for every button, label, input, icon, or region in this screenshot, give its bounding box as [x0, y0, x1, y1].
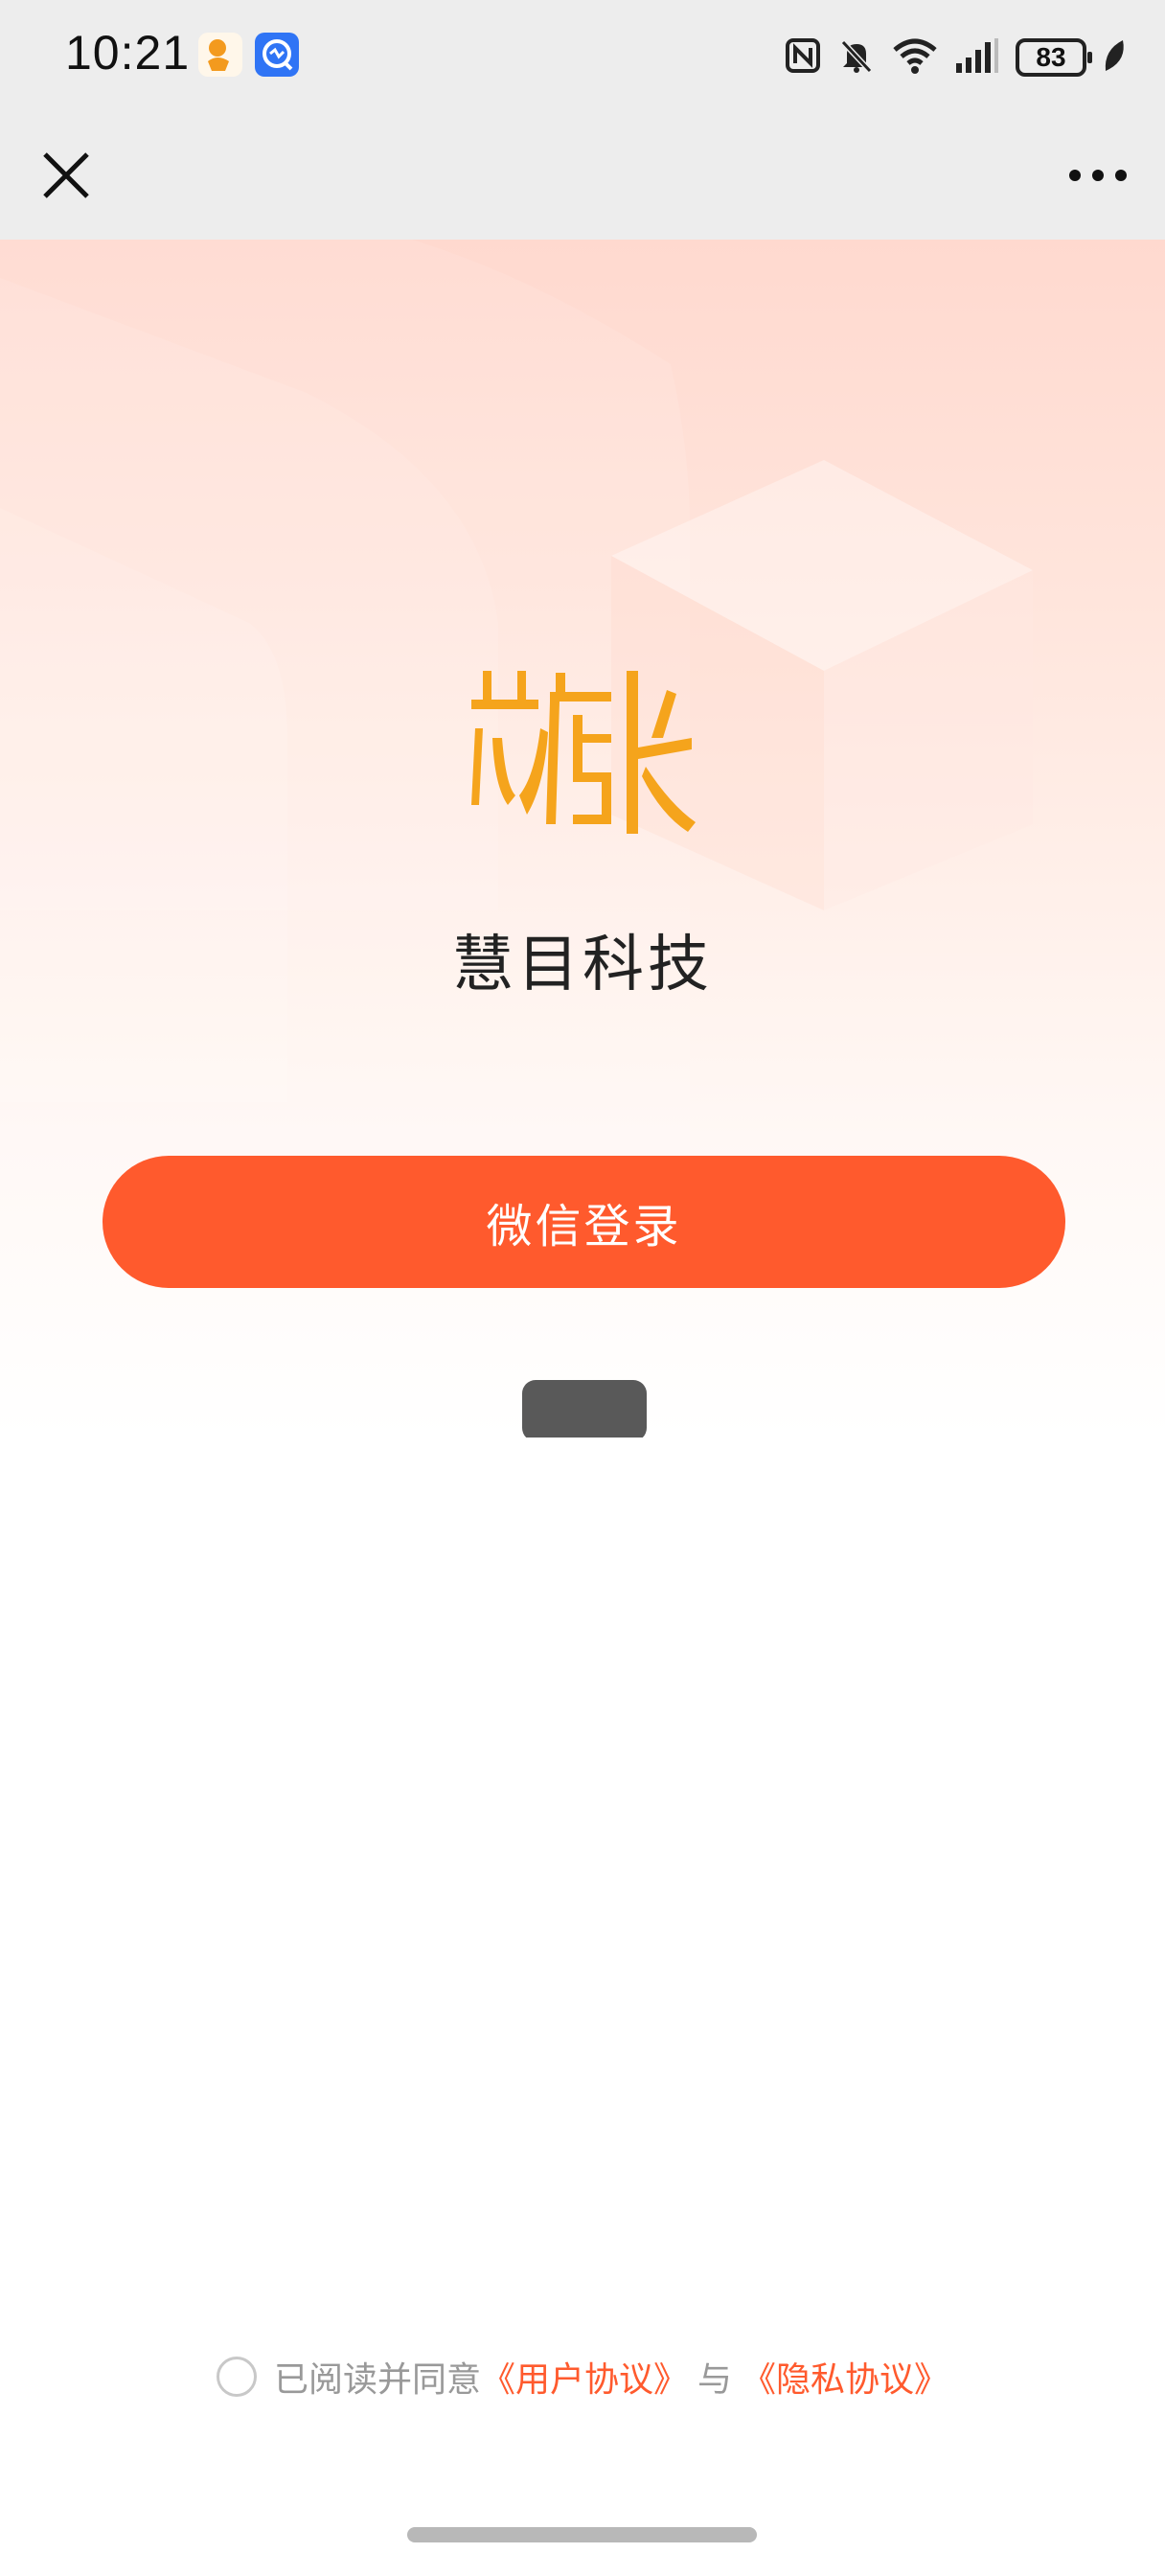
- more-icon: [1069, 170, 1127, 181]
- cellular-signal-icon: [954, 36, 1000, 79]
- logo: [471, 671, 696, 834]
- agreement-prefix: 已阅读并同意: [273, 2360, 481, 2400]
- nfc-icon: [784, 36, 822, 79]
- status-bar: 10:21 83: [0, 0, 1165, 115]
- wifi-icon: [891, 36, 939, 79]
- placeholder-pill: [522, 1380, 647, 1438]
- brand-name: 慧目科技: [452, 930, 713, 1000]
- wechat-login-button[interactable]: 微信登录: [103, 1156, 1065, 1288]
- nav-bar: [0, 115, 1165, 240]
- status-icons: 83: [784, 29, 1127, 86]
- app-notification-icon: [198, 33, 242, 77]
- close-icon: [43, 152, 89, 198]
- agree-checkbox[interactable]: [216, 2357, 257, 2397]
- more-button[interactable]: [1060, 142, 1136, 209]
- mute-icon: [837, 36, 876, 79]
- leaf-icon: [1102, 36, 1127, 79]
- agreement-row: 已阅读并同意 《用户协议》 与 《隐私协议》: [0, 2352, 1165, 2402]
- agreement-conjunction: 与: [697, 2360, 733, 2400]
- home-indicator[interactable]: [407, 2527, 757, 2542]
- status-time: 10:21: [65, 26, 191, 80]
- privacy-agreement-link[interactable]: 《隐私协议》: [742, 2352, 948, 2402]
- close-button[interactable]: [33, 142, 100, 209]
- app-notification-icon: [255, 33, 299, 77]
- battery-icon: 83: [1016, 38, 1092, 77]
- hero-section: 慧目科技 微信登录: [0, 240, 1165, 1438]
- user-agreement-link[interactable]: 《用户协议》: [481, 2352, 688, 2402]
